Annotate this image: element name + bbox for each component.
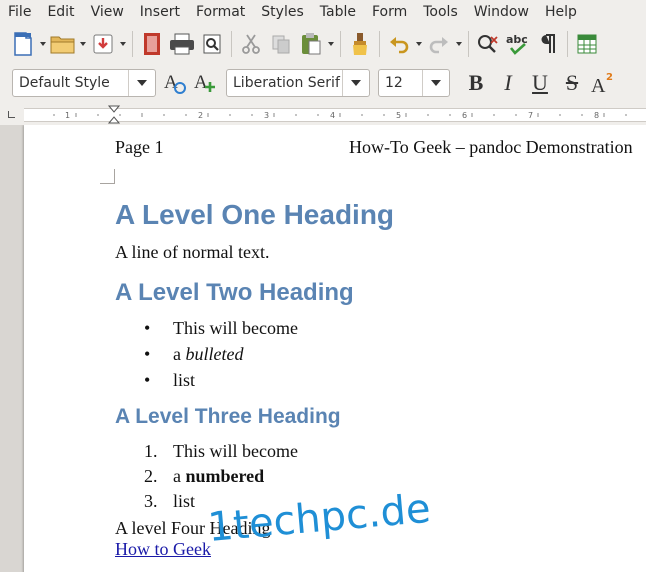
bullet-item-3: list [173,370,196,390]
insert-table-icon[interactable] [572,29,602,59]
italic-icon[interactable]: I [492,70,524,96]
svg-text:A: A [591,75,606,96]
spelling-icon[interactable]: abc [503,29,533,59]
new-document-icon[interactable] [8,29,38,59]
svg-text:6: 6 [462,111,467,120]
redo-dropdown-icon[interactable] [454,29,464,59]
normal-text-line: A line of normal text. [115,242,270,262]
clone-formatting-icon[interactable] [345,29,375,59]
header-page-number: Page 1 [115,137,164,157]
menu-styles[interactable]: Styles [253,0,311,24]
heading-level-2: A Level Two Heading [115,279,354,306]
menu-help[interactable]: Help [537,0,585,24]
svg-text:5: 5 [396,111,401,120]
hyperlink[interactable]: How to Geek [115,539,211,560]
strikethrough-icon[interactable]: S [556,70,588,96]
toolbar-separator [231,31,232,57]
toolbar-separator [132,31,133,57]
bold-icon[interactable]: B [460,70,492,96]
menu-bar: File Edit View Insert Format Styles Tabl… [0,0,646,24]
menu-view[interactable]: View [83,0,132,24]
toolbar-separator [340,31,341,57]
print-icon[interactable] [167,29,197,59]
menu-format[interactable]: Format [188,0,253,24]
toolbar-separator [468,31,469,57]
indent-marker-icon[interactable] [108,105,120,125]
redo-icon[interactable] [424,29,454,59]
new-dropdown-icon[interactable] [38,29,48,59]
font-name-value: Liberation Serif [233,75,340,91]
formatting-toolbar: Default Style A A Liberation Serif 12 B … [0,65,646,101]
numbered-item-2: a numbered [173,466,265,486]
open-dropdown-icon[interactable] [78,29,88,59]
chevron-down-icon[interactable] [422,70,449,96]
font-size-combo[interactable]: 12 [378,69,450,97]
undo-dropdown-icon[interactable] [414,29,424,59]
menu-tools[interactable]: Tools [415,0,466,24]
numbered-marker: 3. [144,491,158,511]
numbered-item-3: list [173,491,196,511]
update-style-icon[interactable]: A [160,68,190,98]
paste-icon[interactable] [296,29,326,59]
toolbar-separator [567,31,568,57]
menu-window[interactable]: Window [466,0,537,24]
copy-icon[interactable] [266,29,296,59]
underline-icon[interactable]: U [524,70,556,96]
standard-toolbar: abc [0,25,646,63]
svg-text:A: A [194,72,208,93]
bullet-item-1: This will become [173,318,298,338]
paste-dropdown-icon[interactable] [326,29,336,59]
svg-text:2: 2 [198,111,203,120]
font-name-combo[interactable]: Liberation Serif [226,69,370,97]
bullet-item-2: a bulleted [173,344,244,364]
svg-text:1: 1 [65,111,70,120]
open-folder-icon[interactable] [48,29,78,59]
font-size-value: 12 [385,75,403,91]
print-preview-icon[interactable] [197,29,227,59]
paragraph-style-combo[interactable]: Default Style [12,69,156,97]
chevron-down-icon[interactable] [128,70,155,96]
formatting-marks-icon[interactable] [533,29,563,59]
svg-text:2: 2 [606,72,613,83]
save-icon[interactable] [88,29,118,59]
find-replace-icon[interactable] [473,29,503,59]
bullet-marker: • [144,344,151,364]
cut-icon[interactable] [236,29,266,59]
numbered-marker: 1. [144,441,158,461]
svg-text:7: 7 [528,111,533,120]
horizontal-ruler[interactable]: 1 2 3 4 5 6 7 8 [0,103,646,125]
numbered-marker: 2. [144,466,158,486]
menu-file[interactable]: File [0,0,39,24]
numbered-item-1: This will become [173,441,298,461]
chevron-down-icon[interactable] [342,70,369,96]
export-pdf-icon[interactable] [137,29,167,59]
new-style-icon[interactable]: A [190,68,220,98]
ruler-strip: 1 2 3 4 5 6 7 8 [24,105,646,125]
undo-icon[interactable] [384,29,414,59]
text-boundary-corner [100,169,115,184]
menu-table[interactable]: Table [312,0,364,24]
svg-text:8: 8 [594,111,599,120]
heading-level-3: A Level Three Heading [115,405,341,428]
header-title: How-To Geek – pandoc Demonstration [349,137,633,157]
bullet-marker: • [144,318,151,338]
paragraph-style-value: Default Style [19,75,110,91]
svg-text:3: 3 [264,111,269,120]
superscript-icon[interactable]: A2 [588,68,618,98]
svg-text:4: 4 [330,111,335,120]
bullet-marker: • [144,370,151,390]
menu-form[interactable]: Form [364,0,415,24]
menu-edit[interactable]: Edit [39,0,82,24]
toolbar-separator [379,31,380,57]
save-dropdown-icon[interactable] [118,29,128,59]
tab-stop-icon[interactable] [8,111,15,118]
menu-insert[interactable]: Insert [132,0,188,24]
heading-level-1: A Level One Heading [115,199,395,230]
